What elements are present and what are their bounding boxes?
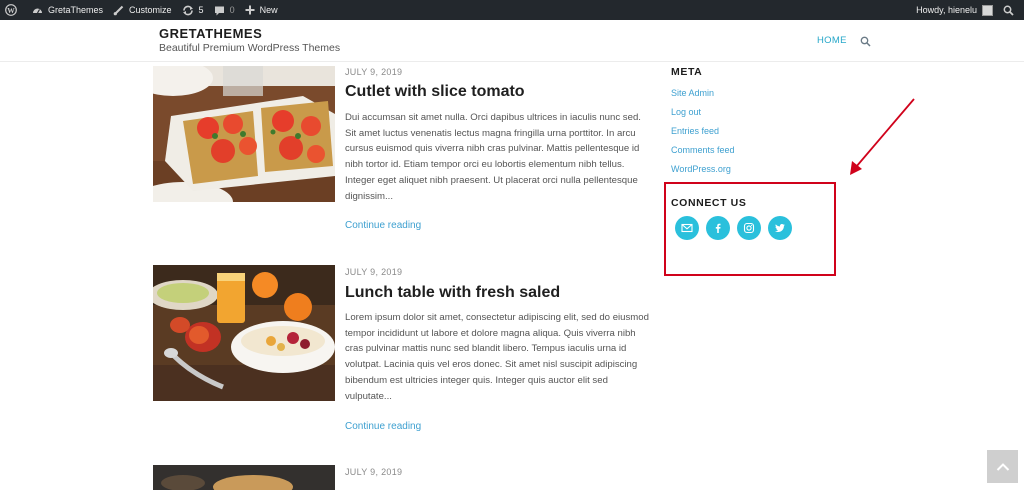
howdy-label: Howdy, hienelu xyxy=(916,5,977,15)
annotation-arrow-icon xyxy=(850,98,915,175)
post-thumbnail-cutlet[interactable] xyxy=(153,66,335,202)
site-title[interactable]: GRETATHEMES xyxy=(159,26,262,41)
meta-link-log-out[interactable]: Log out xyxy=(671,107,701,117)
meta-link-entries-feed[interactable]: Entries feed xyxy=(671,126,719,136)
post-excerpt: Lorem ipsum dolor sit amet, consectetur … xyxy=(345,312,649,402)
post-thumbnail-lunch[interactable] xyxy=(153,265,335,401)
wordpress-logo-button[interactable]: W xyxy=(0,0,27,20)
updates-count: 5 xyxy=(198,5,204,15)
plus-icon xyxy=(245,5,255,15)
site-description: Beautiful Premium WordPress Themes xyxy=(159,42,341,54)
meta-widget-title: META xyxy=(671,66,703,78)
chevron-up-icon xyxy=(996,462,1009,471)
meta-link-comments-feed[interactable]: Comments feed xyxy=(671,145,735,155)
post-excerpt: Dui accumsan sit amet nulla. Orci dapibu… xyxy=(345,112,641,202)
header-search-button[interactable] xyxy=(860,34,871,52)
updates-link[interactable]: 5 xyxy=(177,0,209,20)
dashboard-icon xyxy=(33,8,42,13)
site-header: GRETATHEMES Beautiful Premium WordPress … xyxy=(0,20,1024,62)
meta-link-site-admin[interactable]: Site Admin xyxy=(671,88,714,98)
search-icon xyxy=(1003,5,1014,16)
admin-search-button[interactable] xyxy=(998,0,1024,20)
comments-link[interactable]: 0 xyxy=(209,0,240,20)
comments-count: 0 xyxy=(229,5,235,15)
continue-reading-link[interactable]: Continue reading xyxy=(345,220,421,231)
post-date: JULY 9, 2019 xyxy=(345,67,403,77)
site-name-link[interactable]: GretaThemes xyxy=(27,0,108,20)
avatar xyxy=(982,4,993,16)
customize-label: Customize xyxy=(129,5,172,15)
site-name-label: GretaThemes xyxy=(48,5,104,15)
brush-icon xyxy=(113,5,124,15)
wordpress-icon: W xyxy=(5,4,17,16)
account-menu[interactable]: Howdy, hienelu xyxy=(911,0,998,20)
comment-icon xyxy=(214,6,224,15)
post-thumbnail-partial[interactable] xyxy=(153,465,335,490)
new-content-link[interactable]: New xyxy=(240,0,283,20)
post-date: JULY 9, 2019 xyxy=(345,267,403,277)
customize-link[interactable]: Customize xyxy=(108,0,177,20)
post-title[interactable]: Cutlet with slice tomato xyxy=(345,83,525,101)
post-date: JULY 9, 2019 xyxy=(345,467,403,477)
post-title[interactable]: Lunch table with fresh saled xyxy=(345,284,560,302)
back-to-top-button[interactable] xyxy=(987,450,1018,483)
svg-text:W: W xyxy=(7,6,15,15)
meta-link-wordpress-org[interactable]: WordPress.org xyxy=(671,164,731,174)
nav-home-link[interactable]: HOME xyxy=(817,35,847,46)
continue-reading-link[interactable]: Continue reading xyxy=(345,421,421,432)
search-icon xyxy=(860,36,871,47)
admin-bar: W GretaThemes Customize 5 0 New Howdy, h… xyxy=(0,0,1024,20)
new-label: New xyxy=(259,5,278,15)
annotation-highlight-box xyxy=(664,182,836,276)
updates-icon xyxy=(182,5,193,15)
